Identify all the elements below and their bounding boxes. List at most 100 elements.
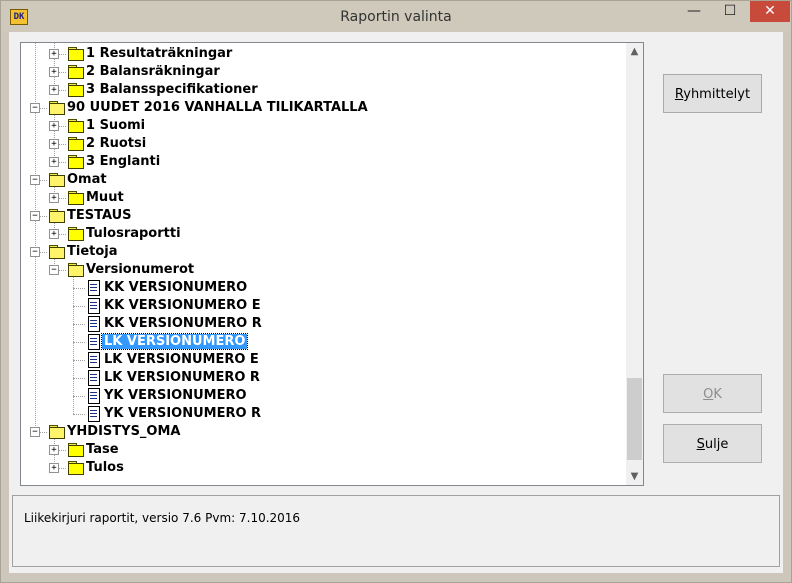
tree-report-item[interactable]: LK VERSIONUMERO xyxy=(21,333,625,351)
report-document-icon xyxy=(87,298,100,314)
scroll-thumb[interactable] xyxy=(627,378,642,460)
window-title: Raportin valinta xyxy=(340,9,452,25)
report-document-icon xyxy=(87,388,100,404)
vertical-scrollbar[interactable]: ▲ ▼ xyxy=(626,43,643,485)
tree-item-label[interactable]: YHDISTYS_OMA xyxy=(67,424,180,439)
expand-icon[interactable]: + xyxy=(49,67,59,77)
expand-icon[interactable]: + xyxy=(49,49,59,59)
tree-item-label[interactable]: 90 UUDET 2016 VANHALLA TILIKARTALLA xyxy=(67,100,368,115)
tree-item-label[interactable]: YK VERSIONUMERO R xyxy=(104,406,261,421)
minimize-button[interactable]: — xyxy=(679,1,709,22)
tree-item-label[interactable]: 1 Resultaträkningar xyxy=(86,46,232,61)
report-document-icon xyxy=(87,352,100,368)
expand-icon[interactable]: + xyxy=(49,445,59,455)
collapse-icon[interactable]: − xyxy=(30,247,40,257)
tree-connector xyxy=(73,360,85,361)
folder-icon xyxy=(68,119,84,133)
collapse-icon[interactable]: − xyxy=(30,103,40,113)
expand-icon[interactable]: + xyxy=(49,463,59,473)
scroll-down-icon[interactable]: ▼ xyxy=(626,468,643,485)
tree-folder-item[interactable]: +3 Balansspecifikationer xyxy=(21,81,625,99)
folder-icon xyxy=(68,65,84,79)
tree-item-label[interactable]: 2 Ruotsi xyxy=(86,136,146,151)
ok-button[interactable]: OK xyxy=(663,374,762,413)
tree-report-item[interactable]: LK VERSIONUMERO E xyxy=(21,351,625,369)
tree-connector xyxy=(73,306,85,307)
report-document-icon xyxy=(87,334,100,350)
tree-item-label[interactable]: Tase xyxy=(86,442,119,457)
tree-item-label[interactable]: Versionumerot xyxy=(86,262,194,277)
tree-item-label[interactable]: LK VERSIONUMERO R xyxy=(104,370,260,385)
scroll-up-icon[interactable]: ▲ xyxy=(626,43,643,60)
tree-folder-item[interactable]: +1 Suomi xyxy=(21,117,625,135)
tree-report-item[interactable]: KK VERSIONUMERO xyxy=(21,279,625,297)
sulje-mnemonic: S xyxy=(696,437,705,452)
report-document-icon xyxy=(87,406,100,422)
report-tree-view[interactable]: +1 Resultaträkningar +2 Balansräkningar +3… xyxy=(20,42,644,486)
ryhmittelyt-button[interactable]: Ryhmittelyt xyxy=(663,74,762,113)
tree-item-label[interactable]: 3 Balansspecifikationer xyxy=(86,82,258,97)
tree-connector xyxy=(73,414,85,415)
collapse-icon[interactable]: − xyxy=(30,427,40,437)
sulje-button[interactable]: Sulje xyxy=(663,424,762,463)
tree-item-label[interactable]: Muut xyxy=(86,190,124,205)
collapse-icon[interactable]: − xyxy=(30,175,40,185)
tree-folder-item[interactable]: + Tase xyxy=(21,441,625,459)
folder-icon xyxy=(68,461,84,475)
close-button[interactable]: ✕ xyxy=(750,1,790,22)
expand-icon[interactable]: + xyxy=(49,121,59,131)
tree-item-label[interactable]: 3 Englanti xyxy=(86,154,160,169)
tree-item-label[interactable]: KK VERSIONUMERO xyxy=(104,280,247,295)
tree-item-label[interactable]: Tulosraportti xyxy=(86,226,181,241)
ryhmittelyt-mnemonic: R xyxy=(674,87,684,102)
tree-item-label[interactable]: 1 Suomi xyxy=(86,118,145,133)
tree-item-label[interactable]: KK VERSIONUMERO R xyxy=(104,316,262,331)
tree-item-label[interactable]: TESTAUS xyxy=(67,208,132,223)
report-document-icon xyxy=(87,370,100,386)
tree-report-item[interactable]: LK VERSIONUMERO R xyxy=(21,369,625,387)
tree-connector xyxy=(73,378,85,379)
tree-report-item[interactable]: KK VERSIONUMERO E xyxy=(21,297,625,315)
tree-folder-item[interactable]: − YHDISTYS_OMA xyxy=(21,423,625,441)
tree-item-label[interactable]: YK VERSIONUMERO xyxy=(104,388,247,403)
tree-folder-item[interactable]: − Omat xyxy=(21,171,625,189)
folder-icon xyxy=(68,443,84,457)
tree-folder-item[interactable]: +2 Ruotsi xyxy=(21,135,625,153)
expand-icon[interactable]: + xyxy=(49,139,59,149)
collapse-icon[interactable]: − xyxy=(30,211,40,221)
tree-report-item[interactable]: YK VERSIONUMERO xyxy=(21,387,625,405)
tree-folder-item[interactable]: + Tulosraportti xyxy=(21,225,625,243)
expand-icon[interactable]: + xyxy=(49,85,59,95)
tree-item-label-selected[interactable]: LK VERSIONUMERO xyxy=(100,333,249,350)
tree-connector xyxy=(73,342,85,343)
sulje-label: ulje xyxy=(704,437,729,452)
expand-icon[interactable]: + xyxy=(49,229,59,239)
folder-icon xyxy=(68,47,84,61)
tree-report-item[interactable]: YK VERSIONUMERO R xyxy=(21,405,625,423)
tree-folder-item[interactable]: + Tulos xyxy=(21,459,625,477)
tree-item-label[interactable]: Tietoja xyxy=(67,244,118,259)
tree-folder-item[interactable]: − Versionumerot xyxy=(21,261,625,279)
tree-folder-item[interactable]: − Tietoja xyxy=(21,243,625,261)
tree-report-item[interactable]: KK VERSIONUMERO R xyxy=(21,315,625,333)
tree-folder-item[interactable]: +2 Balansräkningar xyxy=(21,63,625,81)
maximize-button[interactable]: ☐ xyxy=(713,1,747,22)
tree-item-label[interactable]: KK VERSIONUMERO E xyxy=(104,298,261,313)
tree-item-label[interactable]: Tulos xyxy=(86,460,124,475)
tree-folder-item[interactable]: +3 Englanti xyxy=(21,153,625,171)
title-bar[interactable]: DK Raportin valinta — ☐ ✕ xyxy=(1,1,791,32)
open-folder-icon xyxy=(49,209,65,223)
tree-item-label[interactable]: Omat xyxy=(67,172,107,187)
status-panel: Liikekirjuri raportit, versio 7.6 Pvm: 7… xyxy=(12,495,780,567)
tree-item-label[interactable]: LK VERSIONUMERO E xyxy=(104,352,259,367)
tree-item-label[interactable]: 2 Balansräkningar xyxy=(86,64,220,79)
expand-icon[interactable]: + xyxy=(49,157,59,167)
open-folder-icon xyxy=(49,425,65,439)
tree-folder-item[interactable]: +1 Resultaträkningar xyxy=(21,45,625,63)
tree-folder-item[interactable]: − TESTAUS xyxy=(21,207,625,225)
collapse-icon[interactable]: − xyxy=(49,265,59,275)
dialog-client-area: +1 Resultaträkningar +2 Balansräkningar +3… xyxy=(9,32,783,573)
expand-icon[interactable]: + xyxy=(49,193,59,203)
tree-folder-item[interactable]: + Muut xyxy=(21,189,625,207)
tree-folder-item[interactable]: − 90 UUDET 2016 VANHALLA TILIKARTALLA xyxy=(21,99,625,117)
